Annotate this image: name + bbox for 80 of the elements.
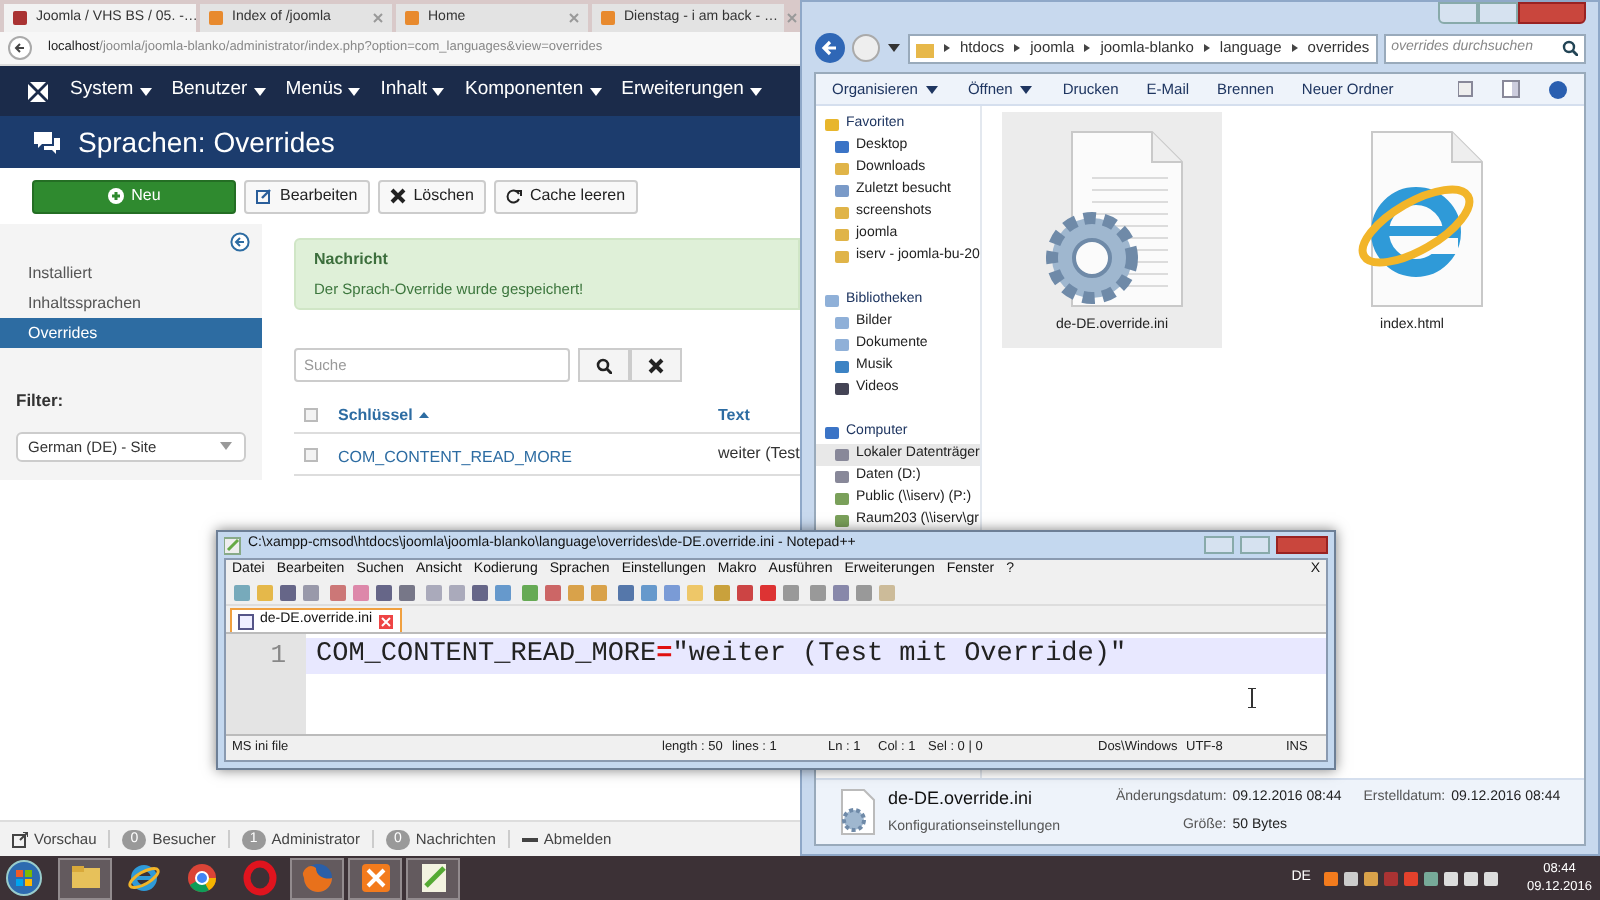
chevron-icon [1082, 42, 1093, 54]
nav-menu-item[interactable]: Erweiterungen [621, 76, 764, 106]
taskbar-app[interactable] [348, 857, 402, 899]
caret-icon [346, 83, 363, 99]
page-icon [404, 10, 420, 26]
nav-menu-item[interactable]: Komponenten [464, 76, 604, 106]
caret-icon [137, 83, 154, 99]
page-icon [600, 10, 616, 26]
checkbox[interactable] [304, 408, 318, 422]
close-icon[interactable] [568, 12, 580, 24]
folder-icon [916, 39, 934, 57]
letter-e-icon [125, 860, 161, 896]
sidebar-item[interactable]: Installiert [0, 258, 262, 288]
caret-icon [218, 438, 234, 455]
caret-icon [886, 40, 902, 56]
column-header[interactable]: Schlüssel [338, 403, 413, 427]
taskbar-app[interactable] [58, 857, 112, 899]
x-logo-icon [357, 860, 393, 896]
search-icon [1562, 40, 1578, 56]
nav-icon [824, 424, 840, 442]
details-name: de-DE.override.ini [888, 785, 1035, 811]
chevron-icon [1012, 42, 1023, 54]
nav-menu-item[interactable]: System [70, 76, 154, 106]
toolbar-button[interactable]: Neu [32, 179, 236, 213]
taskbar-app[interactable] [406, 857, 460, 899]
column-header[interactable]: Text [718, 403, 750, 427]
chat-icon [32, 128, 62, 156]
caret-icon [923, 81, 940, 97]
sort-icon [418, 410, 431, 420]
nav-icon [834, 182, 850, 200]
close-icon[interactable] [372, 12, 384, 24]
line-number: 1 [270, 638, 286, 674]
page-icon [208, 10, 224, 26]
sidebar-item[interactable]: Inhaltssprachen [0, 288, 262, 318]
start-button[interactable] [6, 860, 42, 896]
caret-icon [587, 83, 604, 99]
gear-document-icon [836, 788, 876, 836]
chevron-icon [1201, 42, 1212, 54]
key-link[interactable]: COM_CONTENT_READ_MORE [338, 448, 572, 466]
ring-icon [241, 860, 277, 896]
chevron-icon [942, 42, 952, 54]
toolbar-button[interactable]: Löschen [377, 179, 486, 213]
page-title: Sprachen: Overrides [78, 123, 335, 162]
search-icon [596, 357, 612, 373]
nav-icon [834, 138, 850, 156]
edit-icon [256, 188, 272, 204]
external-link-icon [12, 831, 28, 847]
page-icon [12, 10, 28, 26]
clear-button[interactable] [630, 348, 682, 382]
caret-icon [1018, 81, 1035, 97]
collapse-icon[interactable] [230, 232, 250, 252]
toolbar-button[interactable]: Bearbeiten [244, 179, 370, 213]
sidebar-item[interactable]: Overrides [0, 318, 262, 348]
toolbar-button[interactable]: Cache leeren [493, 179, 638, 213]
back-icon[interactable] [8, 36, 32, 60]
checkbox[interactable] [304, 447, 318, 461]
save-icon [238, 613, 254, 629]
view-icon[interactable] [1458, 80, 1474, 98]
text-cursor-icon [1246, 688, 1258, 708]
caret-icon [251, 83, 268, 99]
close-icon [648, 357, 664, 373]
chevron-icon [1289, 42, 1300, 54]
preview-pane-icon[interactable] [1502, 80, 1520, 98]
plus-circle-icon [107, 188, 124, 204]
close-icon [389, 188, 406, 204]
search-button[interactable] [578, 348, 630, 382]
logo-icon[interactable] [24, 77, 52, 105]
folder-icon [834, 160, 850, 178]
globe-icon [299, 860, 335, 896]
nav-menu-item[interactable]: Benutzer [171, 76, 268, 106]
caret-icon [430, 83, 447, 99]
nav-menu-item[interactable]: Inhalt [380, 76, 447, 106]
refresh-icon [505, 188, 522, 204]
filter-label: Filter: [14, 388, 66, 414]
back-icon[interactable] [814, 32, 846, 64]
caret-icon [747, 83, 764, 99]
table-cell: weiter (Test [718, 442, 800, 466]
message-title: Nachricht [314, 247, 390, 272]
nav-menu-item[interactable]: Menüs [285, 76, 363, 106]
ring-logo-icon [183, 860, 219, 896]
